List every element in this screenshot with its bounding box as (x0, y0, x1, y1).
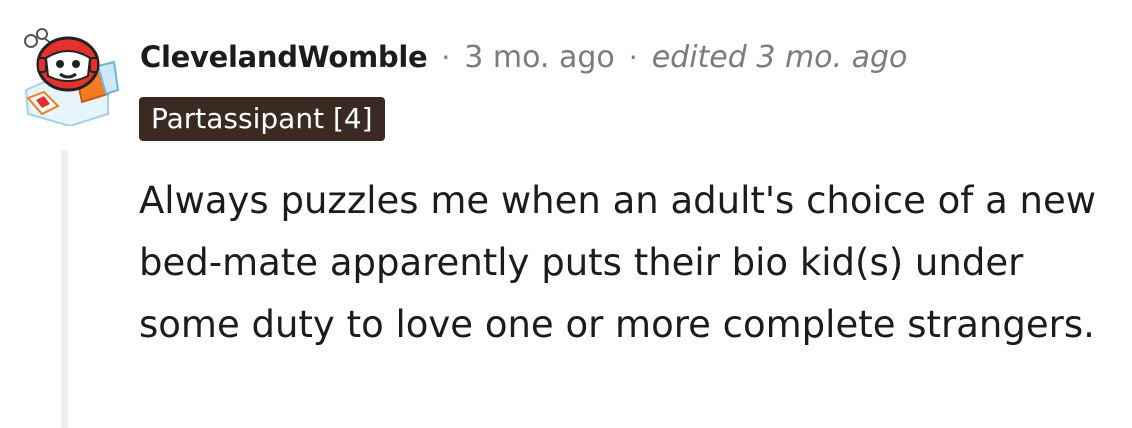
comment-timestamp[interactable]: 3 mo. ago (464, 40, 615, 75)
meta-separator: · (441, 40, 451, 74)
comment-body: Always puzzles me when an adult's choice… (139, 179, 1096, 346)
snoo-avatar-icon (24, 28, 120, 128)
avatar[interactable] (18, 14, 130, 128)
author-name[interactable]: ClevelandWomble (140, 40, 428, 74)
meta-separator: · (628, 40, 638, 74)
comment-meta: ClevelandWomble · 3 mo. ago · edited 3 m… (140, 34, 907, 80)
comment: ClevelandWomble · 3 mo. ago · edited 3 m… (0, 0, 1132, 428)
user-flair: Partassipant [4] (139, 97, 385, 141)
thread-line[interactable] (61, 150, 68, 428)
edited-label: edited 3 mo. ago (651, 39, 908, 75)
